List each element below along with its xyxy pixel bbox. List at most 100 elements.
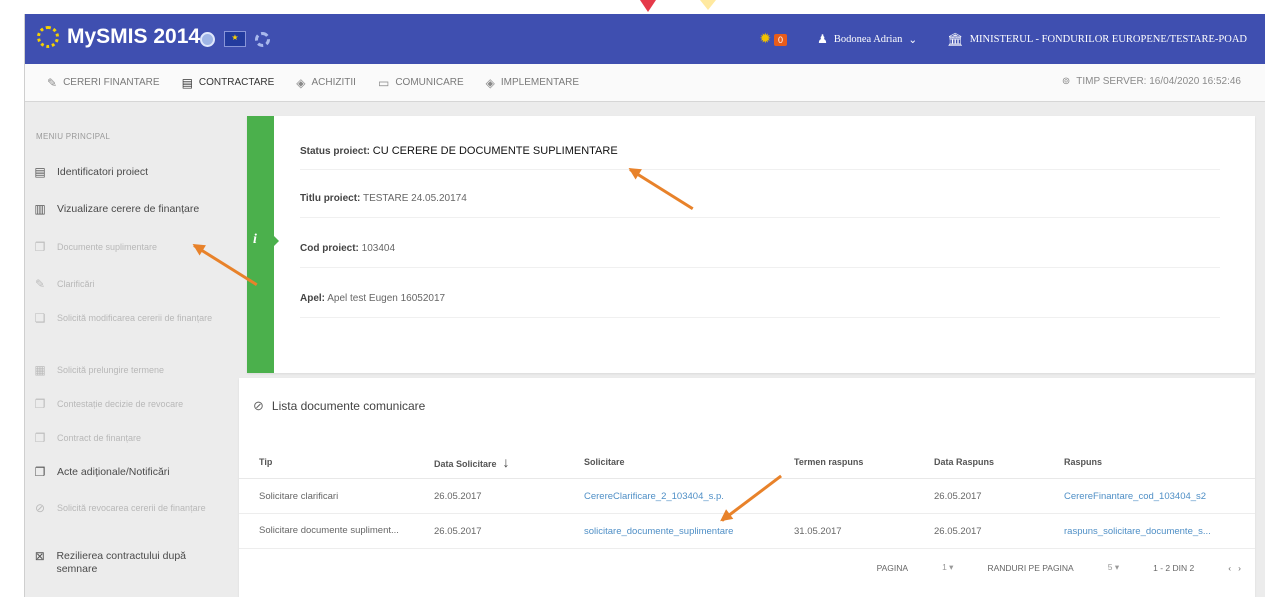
sidebar-item-contract[interactable]: ❐ Contract de finanțare (33, 432, 223, 445)
sidebar-item-label: Documente suplimentare (57, 242, 158, 252)
table-header-row: Tip Data Solicitare ↓ Solicitare Termen r… (239, 446, 1255, 479)
page-select[interactable]: 1 ▾ (942, 562, 953, 573)
sidebar: MENIU PRINCIPAL ▤ Identificatori proiect… (25, 102, 229, 597)
page-value: 1 (942, 562, 947, 572)
cell-data-raspuns: 26.05.2017 (914, 513, 1044, 549)
col-data-raspuns[interactable]: Data Raspuns (914, 446, 1044, 479)
copy-icon: ❐ (34, 397, 46, 411)
cell-solicitare-link[interactable]: CerereClarificare_2_103404_s.p. (564, 478, 774, 514)
call-value: Apel test Eugen 16052017 (327, 293, 446, 304)
col-termen-raspuns[interactable]: Termen raspuns (774, 446, 914, 479)
notifications[interactable]: ✹ 0 (759, 31, 788, 48)
tab-label: IMPLEMENTARE (500, 77, 580, 88)
sidebar-item-label: Rezilierea contractului după semnare (56, 550, 187, 575)
cell-tip: Solicitare documente supliment... (239, 513, 414, 549)
cell-raspuns-link[interactable]: CerereFinantare_cod_103404_s2 (1044, 478, 1255, 514)
col-tip[interactable]: Tip (239, 446, 414, 479)
page-range: 1 - 2 DIN 2 (1153, 562, 1195, 573)
cell-termen-raspuns (774, 478, 914, 514)
documents-table: Tip Data Solicitare ↓ Solicitare Termen r… (239, 446, 1255, 549)
col-label: Data Solicitare (434, 459, 497, 469)
layers-icon: ◈ (296, 75, 306, 90)
table-row[interactable]: Solicitare documente supliment... 26.05.… (239, 513, 1255, 549)
sidebar-item-modificare-cerere[interactable]: ❏ Solicită modificarea cererii de finanț… (33, 312, 223, 325)
call-label: Apel: (300, 293, 325, 304)
top-decoration (640, 0, 656, 12)
document-icon: ▤ (181, 75, 193, 90)
sidebar-item-label: Acte adiționale/Notificări (57, 466, 170, 478)
tab-cereri-finantare[interactable]: ✎ CERERI FINANTARE (47, 76, 160, 90)
book-icon: ▥ (34, 202, 46, 216)
sidebar-item-label: Solicită modificarea cererii de finanțar… (57, 313, 213, 323)
copy-icon: ❐ (34, 465, 46, 479)
col-data-solicitare[interactable]: Data Solicitare ↓ (414, 446, 564, 479)
block-icon: ⊘ (34, 501, 46, 515)
sidebar-item-contestatie[interactable]: ❐ Contestație decizie de revocare (33, 398, 223, 411)
sidebar-item-label: Vizualizare cerere de finanțare (57, 203, 200, 215)
col-raspuns[interactable]: Raspuns (1044, 446, 1255, 479)
app-logo[interactable]: MySMIS 2014 (37, 25, 200, 49)
sidebar-item-clarificari[interactable]: ✎ Clarificări (33, 278, 223, 291)
info-icon: i (253, 232, 257, 247)
sidebar-item-label: Solicită revocarea cererii de finanțare (57, 503, 206, 513)
tab-label: CONTRACTARE (198, 77, 275, 88)
top-decoration-2 (700, 0, 716, 10)
tab-contractare[interactable]: ▤ CONTRACTARE (182, 76, 275, 90)
cell-solicitare-link[interactable]: solicitare_documente_suplimentare (564, 513, 774, 549)
tab-achizitii[interactable]: ◈ ACHIZITII (296, 76, 356, 90)
chat-icon: ▭ (377, 75, 390, 90)
documents-card: ⊘ Lista documente comunicare Tip Data So… (239, 378, 1255, 597)
copy-icon: ❐ (34, 431, 46, 445)
sidebar-item-revocare[interactable]: ⊘ Solicită revocarea cererii de finanțar… (33, 502, 223, 515)
sort-down-icon[interactable]: ↓ (503, 454, 510, 470)
logo-icon (37, 26, 59, 48)
bell-icon: ✹ (759, 32, 772, 47)
title-value: TESTARE 24.05.20174 (362, 193, 467, 204)
code-label: Cod proiect: (300, 243, 359, 254)
col-solicitare[interactable]: Solicitare (564, 446, 774, 479)
documents-title: ⊘ Lista documente comunicare (253, 398, 425, 414)
close-box-icon: ⊠ (34, 549, 45, 563)
user-icon: ♟ (817, 32, 828, 46)
tab-label: CERERI FINANTARE (63, 77, 160, 88)
tab-implementare[interactable]: ◈ IMPLEMENTARE (486, 76, 579, 90)
sidebar-item-label: Contract de finanțare (57, 433, 142, 443)
documents-title-text: Lista documente comunicare (271, 399, 426, 413)
cell-termen-raspuns: 31.05.2017 (774, 513, 914, 549)
top-bar: MySMIS 2014 ★ ✹ 0 ♟ Bodonea Adrian ⌄ 🏛 M… (25, 14, 1265, 64)
top-right-area: ✹ 0 ♟ Bodonea Adrian ⌄ 🏛 MINISTERUL - FO… (759, 31, 1247, 48)
tab-comunicare[interactable]: ▭ COMUNICARE (378, 76, 464, 90)
sidebar-item-acte-aditionale[interactable]: ❐ Acte adiționale/Notificări (33, 466, 223, 479)
rows-per-page-label: RANDURI PE PAGINA (987, 562, 1074, 573)
clock-icon: ⊚ (1061, 76, 1071, 87)
globe-icon[interactable] (200, 31, 215, 47)
institution[interactable]: 🏛 MINISTERUL - FONDURILOR EUROPENE/TESTA… (947, 32, 1247, 48)
table-row[interactable]: Solicitare clarificari 26.05.2017 Cerere… (239, 478, 1255, 514)
pagination: PAGINA 1 ▾ RANDURI PE PAGINA 5 ▾ 1 - 2 D… (877, 562, 1241, 573)
sidebar-item-identificatori[interactable]: ▤ Identificatori proiect (33, 166, 223, 179)
title-label: Titlu proiect: (300, 193, 361, 204)
sidebar-item-label: Identificatori proiect (57, 166, 149, 178)
page-label: PAGINA (876, 562, 909, 573)
next-page-icon[interactable]: › (1238, 563, 1241, 573)
calendar-icon: ▦ (34, 363, 46, 377)
app-window: MySMIS 2014 ★ ✹ 0 ♟ Bodonea Adrian ⌄ 🏛 M… (24, 14, 1265, 597)
copy-icon: ❐ (34, 240, 46, 254)
notification-badge: 0 (774, 33, 788, 46)
document-icon: ▤ (34, 165, 46, 179)
user-menu[interactable]: ♟ Bodonea Adrian ⌄ (817, 32, 917, 47)
pencil-icon: ✎ (34, 277, 46, 291)
eu-flag-icon[interactable]: ★ (224, 31, 246, 47)
prev-page-icon[interactable]: ‹ (1228, 563, 1231, 573)
sidebar-item-prelungire-termene[interactable]: ▦ Solicită prelungire termene (33, 364, 223, 377)
edit-document-icon: ❏ (34, 311, 46, 325)
cell-raspuns-link[interactable]: raspuns_solicitare_documente_s... (1044, 513, 1255, 549)
settings-icon[interactable] (255, 31, 270, 47)
sidebar-item-reziliere[interactable]: ⊠ Rezilierea contractului după semnare (33, 550, 223, 576)
sidebar-item-vizualizare[interactable]: ▥ Vizualizare cerere de finanțare (33, 203, 223, 216)
institution-icon: 🏛 (947, 31, 964, 47)
rows-per-page-select[interactable]: 5 ▾ (1108, 562, 1119, 573)
project-status-row: Status proiect: CU CERERE DE DOCUMENTE S… (300, 145, 1220, 170)
status-value: CU CERERE DE DOCUMENTE SUPLIMENTARE (372, 145, 618, 157)
tab-label: ACHIZITII (311, 77, 356, 88)
